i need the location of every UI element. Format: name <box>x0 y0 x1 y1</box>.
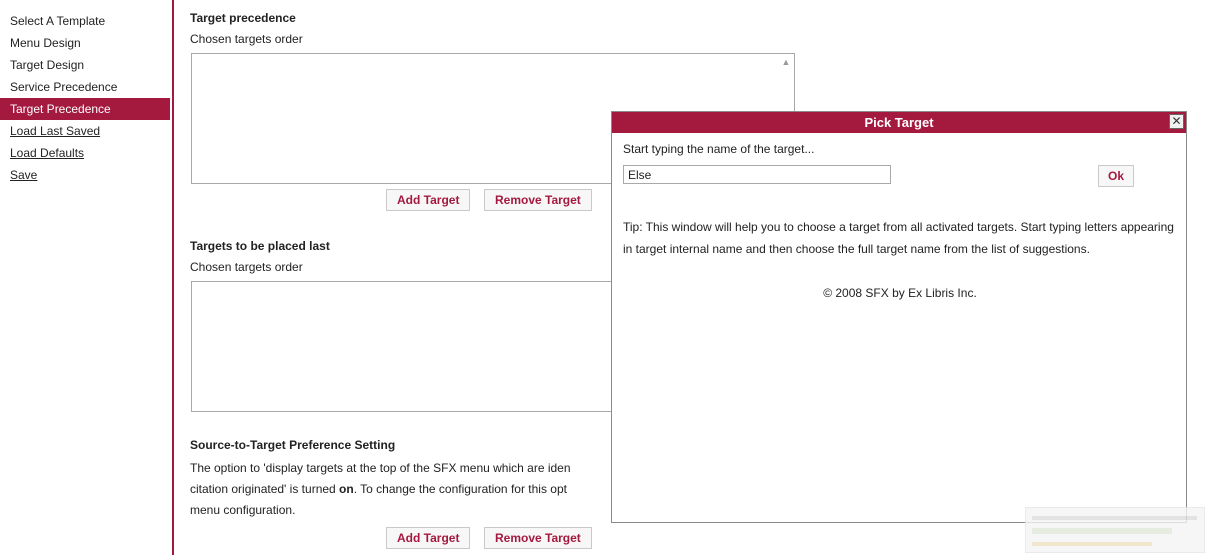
sidebar-divider <box>172 0 174 555</box>
nav-load-defaults[interactable]: Load Defaults <box>0 142 170 164</box>
dialog-tip: Tip: This window will help you to choose… <box>623 220 1174 256</box>
nav-target-design[interactable]: Target Design <box>0 54 170 76</box>
pick-target-dialog: Pick Target ✕ Start typing the name of t… <box>611 111 1187 523</box>
scroll-up-arrow-icon[interactable]: ▲ <box>780 56 792 68</box>
target-name-prompt: Start typing the name of the target... <box>623 142 815 156</box>
source-target-desc-line1: The option to 'display targets at the to… <box>190 461 571 475</box>
chosen-targets-last-label: Chosen targets order <box>190 260 303 274</box>
source-target-desc-line2: citation originated' is turned on. To ch… <box>190 482 567 496</box>
nav-select-template[interactable]: Select A Template <box>0 10 170 32</box>
section-title-target-precedence: Target precedence <box>190 11 296 25</box>
sidebar-nav: Select A Template Menu Design Target Des… <box>0 10 170 186</box>
source-target-desc-line3: menu configuration. <box>190 503 296 517</box>
screenshot-thumbnail <box>1025 507 1205 553</box>
copyright: © 2008 SFX by Ex Libris Inc. <box>823 286 977 300</box>
ok-button[interactable]: Ok <box>1098 165 1134 187</box>
nav-save[interactable]: Save <box>0 164 170 186</box>
close-icon[interactable]: ✕ <box>1169 114 1184 129</box>
last-targets-list[interactable] <box>191 281 616 412</box>
add-target-button-2[interactable]: Add Target <box>386 527 471 549</box>
section-title-targets-last: Targets to be placed last <box>190 239 330 253</box>
nav-service-precedence[interactable]: Service Precedence <box>0 76 170 98</box>
section-title-source-to-target: Source-to-Target Preference Setting <box>190 438 396 452</box>
nav-menu-design[interactable]: Menu Design <box>0 32 170 54</box>
nav-target-precedence[interactable]: Target Precedence <box>0 98 170 120</box>
dialog-title: Pick Target <box>864 115 934 130</box>
target-name-input[interactable] <box>623 165 891 184</box>
chosen-targets-label: Chosen targets order <box>190 32 303 46</box>
dialog-title-bar[interactable]: Pick Target ✕ <box>612 112 1186 133</box>
remove-target-button[interactable]: Remove Target <box>484 189 592 211</box>
setting-state: on <box>339 482 354 496</box>
add-target-button[interactable]: Add Target <box>386 189 471 211</box>
remove-target-button-2[interactable]: Remove Target <box>484 527 592 549</box>
nav-load-last-saved[interactable]: Load Last Saved <box>0 120 170 142</box>
